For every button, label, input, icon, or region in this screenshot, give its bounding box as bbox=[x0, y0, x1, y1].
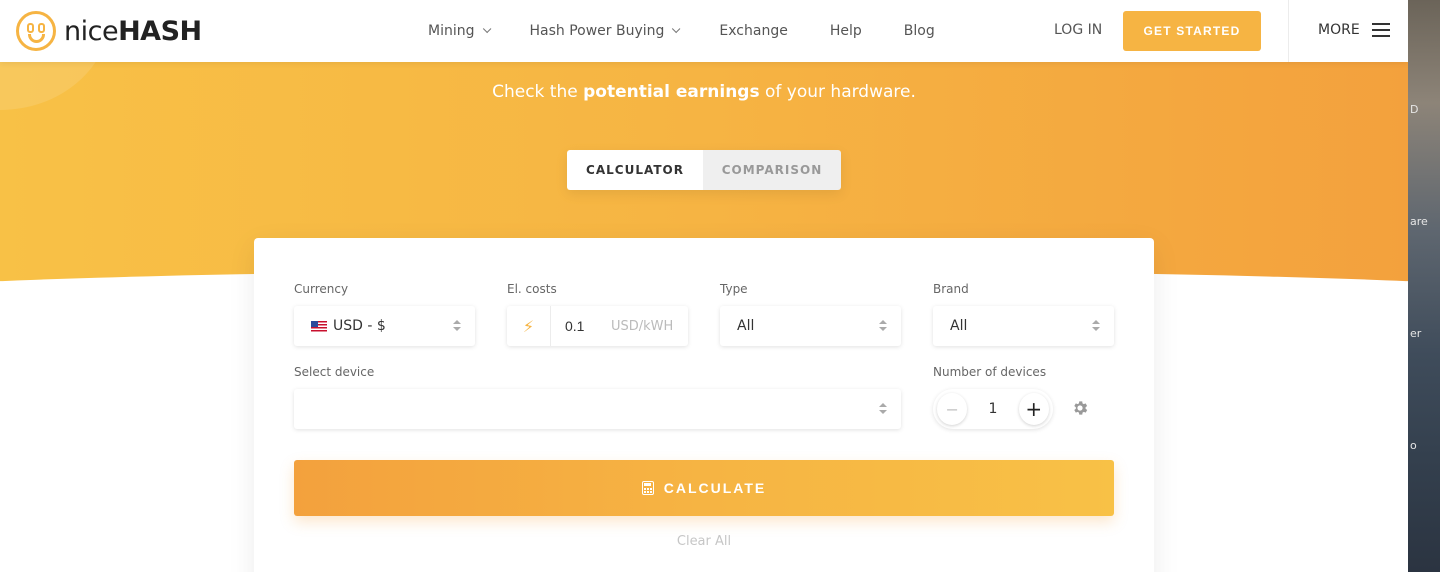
calculate-label: CALCULATE bbox=[663, 480, 767, 496]
number-of-devices-label: Number of devices bbox=[933, 365, 1047, 379]
nicehash-logo[interactable]: niceHASH bbox=[16, 11, 202, 51]
el-costs-field: ⚡ USD/kWH bbox=[507, 306, 688, 346]
mode-tabs: CALCULATOR COMPARISON bbox=[567, 150, 841, 190]
lightning-icon: ⚡ bbox=[507, 306, 551, 346]
brand-label: Brand bbox=[933, 282, 969, 296]
more-label: MORE bbox=[1318, 22, 1360, 38]
more-menu-button[interactable]: MORE bbox=[1318, 22, 1390, 38]
quantity-value[interactable]: 1 bbox=[967, 401, 1018, 417]
tab-calculator[interactable]: CALCULATOR bbox=[567, 150, 703, 190]
nav-exchange-label: Exchange bbox=[719, 23, 788, 39]
login-link[interactable]: LOG IN bbox=[1054, 22, 1102, 38]
increment-button[interactable]: + bbox=[1018, 393, 1049, 425]
nav-hash-power-buying-label: Hash Power Buying bbox=[529, 23, 665, 39]
nav-blog-label: Blog bbox=[903, 23, 935, 39]
nav-divider bbox=[1288, 0, 1289, 62]
select-arrows-icon bbox=[1092, 320, 1100, 332]
type-label: Type bbox=[720, 282, 748, 296]
top-navbar: niceHASH Mining Hash Power Buying Exchan… bbox=[0, 0, 1408, 62]
edge-text-fragment: o bbox=[1410, 439, 1417, 452]
el-costs-unit: USD/kWH bbox=[611, 318, 674, 334]
type-select[interactable]: All bbox=[720, 306, 901, 346]
logo-wordmark: niceHASH bbox=[64, 15, 202, 47]
brand-select[interactable]: All bbox=[933, 306, 1114, 346]
chevron-down-icon bbox=[672, 24, 681, 34]
nav-hash-power-buying[interactable]: Hash Power Buying bbox=[529, 23, 681, 39]
el-costs-label: El. costs bbox=[507, 282, 557, 296]
page: niceHASH Mining Hash Power Buying Exchan… bbox=[0, 0, 1408, 572]
calculator-icon bbox=[641, 481, 654, 495]
currency-label: Currency bbox=[294, 282, 349, 296]
currency-select[interactable]: USD - $ bbox=[294, 306, 475, 346]
type-value: All bbox=[737, 318, 755, 334]
smiley-logo-icon bbox=[16, 11, 56, 51]
edge-text-fragment: er bbox=[1410, 327, 1422, 340]
nav-help-label: Help bbox=[829, 23, 862, 39]
select-arrows-icon bbox=[453, 320, 461, 332]
nav-blog[interactable]: Blog bbox=[904, 23, 935, 39]
decrement-button[interactable]: − bbox=[937, 393, 968, 425]
nav-help[interactable]: Help bbox=[830, 23, 862, 39]
main-nav: Mining Hash Power Buying Exchange Help B… bbox=[428, 0, 977, 62]
hamburger-menu-icon bbox=[1371, 23, 1390, 37]
nav-mining-label: Mining bbox=[428, 23, 475, 39]
select-device-label: Select device bbox=[294, 365, 375, 379]
currency-value: USD - $ bbox=[333, 318, 386, 334]
device-select[interactable] bbox=[294, 389, 901, 429]
calculate-button[interactable]: CALCULATE bbox=[294, 460, 1114, 516]
select-arrows-icon bbox=[879, 320, 887, 332]
nav-mining[interactable]: Mining bbox=[428, 23, 491, 39]
select-arrows-icon bbox=[879, 403, 887, 415]
gear-icon[interactable] bbox=[1071, 399, 1089, 417]
get-started-button[interactable]: GET STARTED bbox=[1123, 11, 1261, 51]
quantity-stepper: − 1 + bbox=[933, 389, 1053, 429]
us-flag-icon bbox=[311, 320, 327, 332]
calculator-card: Currency El. costs Type Brand USD - $ ⚡ … bbox=[254, 238, 1154, 572]
edge-text-fragment: are bbox=[1410, 215, 1428, 228]
chevron-down-icon bbox=[482, 24, 491, 34]
nav-exchange[interactable]: Exchange bbox=[719, 23, 787, 39]
clear-all-link[interactable]: Clear All bbox=[254, 534, 1154, 549]
tab-comparison[interactable]: COMPARISON bbox=[703, 150, 841, 190]
edge-text-fragment: D bbox=[1410, 103, 1419, 116]
desktop-background-strip: D are er o bbox=[1408, 0, 1440, 572]
brand-value: All bbox=[950, 318, 968, 334]
hero-subtitle: Check the potential earnings of your har… bbox=[492, 82, 916, 102]
el-costs-input[interactable] bbox=[565, 318, 597, 334]
